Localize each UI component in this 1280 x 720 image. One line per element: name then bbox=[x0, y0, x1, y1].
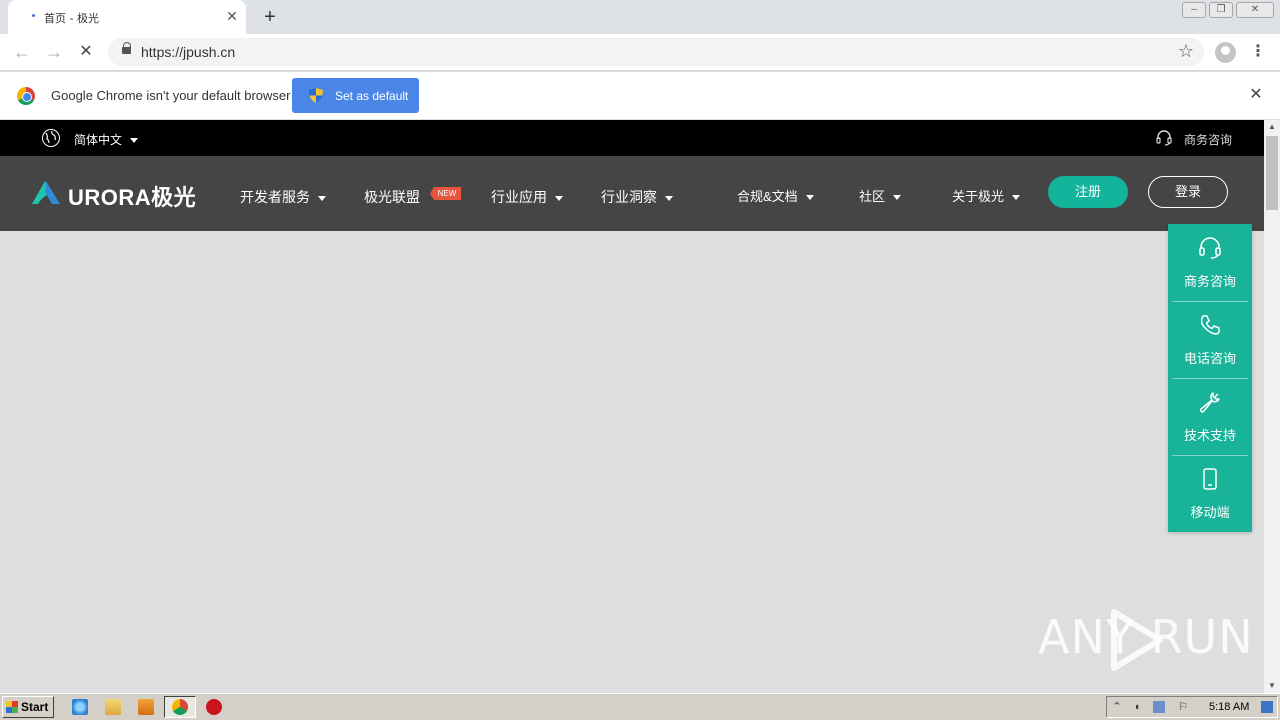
back-button[interactable]: ← bbox=[10, 41, 34, 65]
site-topbar: 简体中文 商务咨询 bbox=[0, 120, 1264, 156]
nav-label: 极光联盟 bbox=[364, 189, 420, 205]
opera-icon[interactable] bbox=[206, 699, 222, 715]
start-label: Start bbox=[21, 700, 49, 714]
side-label: 技术支持 bbox=[1183, 428, 1236, 443]
minimize-button[interactable]: – bbox=[1182, 2, 1206, 18]
uac-shield-icon bbox=[309, 88, 323, 103]
language-selector[interactable]: 简体中文 bbox=[74, 131, 139, 148]
folder-icon[interactable] bbox=[105, 699, 121, 715]
caret-down-icon bbox=[805, 195, 814, 201]
set-as-default-label: Set as default bbox=[335, 89, 409, 103]
mobile-icon bbox=[1203, 468, 1217, 490]
side-label: 电话咨询 bbox=[1183, 351, 1236, 366]
address-bar[interactable]: https://jpush.cn ☆ bbox=[108, 38, 1204, 66]
set-as-default-button[interactable]: Set as default bbox=[292, 78, 419, 113]
nav-label: 开发者服务 bbox=[240, 189, 310, 205]
caret-down-icon bbox=[555, 195, 563, 201]
action-center-flag-icon[interactable]: ⚐ bbox=[1177, 701, 1189, 713]
bookmark-star-icon[interactable]: ☆ bbox=[1178, 41, 1194, 62]
chrome-menu-button[interactable]: ⋮ bbox=[1250, 42, 1266, 62]
side-tech-support[interactable]: 技术支持 bbox=[1168, 378, 1252, 455]
phone-icon bbox=[1200, 315, 1220, 335]
scroll-up-icon[interactable]: ▲ bbox=[1264, 120, 1280, 134]
side-label: 移动端 bbox=[1190, 505, 1230, 520]
site-logo[interactable]: URORA极光 bbox=[68, 180, 196, 212]
nav-developer-services[interactable]: 开发者服务 bbox=[240, 187, 326, 207]
caret-down-icon bbox=[318, 195, 326, 201]
caret-down-icon bbox=[665, 195, 673, 201]
web-page: 简体中文 商务咨询 URORA极光 开发者服务 极光联盟 NEW 行业应用 行业… bbox=[0, 120, 1264, 693]
stop-loading-button[interactable]: ✕ bbox=[74, 41, 98, 65]
show-desktop-icon[interactable] bbox=[1261, 701, 1273, 713]
lock-icon bbox=[122, 42, 131, 56]
internet-explorer-icon[interactable] bbox=[72, 699, 88, 715]
nav-compliance-docs[interactable]: 合规&文档 bbox=[737, 186, 814, 205]
nav-label: 行业应用 bbox=[491, 189, 547, 205]
screen: 首页 - 极光 ✕ + – ❐ ✕ ← → ✕ https://jpush.cn… bbox=[0, 0, 1280, 720]
nav-community[interactable]: 社区 bbox=[859, 186, 902, 205]
site-main-nav: URORA极光 开发者服务 极光联盟 NEW 行业应用 行业洞察 合规&文档 社… bbox=[0, 156, 1264, 231]
restore-button[interactable]: ❐ bbox=[1209, 2, 1233, 18]
url-text: https://jpush.cn bbox=[141, 44, 236, 60]
media-player-icon[interactable] bbox=[138, 699, 154, 715]
headset-icon bbox=[1156, 130, 1172, 146]
side-label: 商务咨询 bbox=[1183, 274, 1236, 289]
default-browser-infobar: Google Chrome isn't your default browser… bbox=[0, 72, 1280, 120]
caret-down-icon bbox=[1012, 195, 1021, 201]
start-button[interactable]: Start bbox=[2, 696, 54, 718]
business-consult-link[interactable]: 商务咨询 bbox=[1184, 131, 1232, 148]
volume-icon[interactable]: ◖ bbox=[1131, 701, 1143, 713]
nav-label: 行业洞察 bbox=[601, 189, 657, 205]
login-button[interactable]: 登录 bbox=[1148, 176, 1228, 208]
headset-icon bbox=[1199, 237, 1221, 259]
nav-label: 社区 bbox=[859, 189, 886, 204]
page-scrollbar[interactable]: ▲ ▼ bbox=[1264, 120, 1280, 693]
profile-avatar-icon[interactable] bbox=[1215, 42, 1236, 63]
taskbar-chrome-button[interactable] bbox=[164, 696, 196, 718]
tab-close-icon[interactable]: ✕ bbox=[224, 8, 240, 24]
windows-taskbar: Start ⌃ ◖ ⚐ 5:18 AM bbox=[0, 693, 1280, 720]
infobar-close-icon[interactable]: ✕ bbox=[1247, 86, 1265, 104]
nav-aurora-alliance[interactable]: 极光联盟 bbox=[364, 187, 420, 207]
nav-about[interactable]: 关于极光 bbox=[952, 186, 1021, 205]
browser-tab[interactable]: 首页 - 极光 ✕ bbox=[8, 0, 246, 34]
tab-title: 首页 - 极光 bbox=[44, 12, 99, 25]
nav-industry-insights[interactable]: 行业洞察 bbox=[601, 187, 673, 207]
close-window-button[interactable]: ✕ bbox=[1236, 2, 1274, 18]
tab-strip: 首页 - 极光 ✕ + – ❐ ✕ bbox=[0, 0, 1280, 34]
caret-down-icon bbox=[893, 195, 902, 201]
chrome-logo-icon bbox=[17, 87, 35, 105]
aurora-logo-icon bbox=[32, 181, 60, 204]
clock[interactable]: 5:18 AM bbox=[1209, 701, 1249, 713]
tray-expand-icon[interactable]: ⌃ bbox=[1111, 701, 1123, 713]
register-button[interactable]: 注册 bbox=[1048, 176, 1128, 208]
wrench-icon bbox=[1199, 392, 1220, 413]
side-mobile[interactable]: 移动端 bbox=[1168, 455, 1252, 532]
nav-label: 合规&文档 bbox=[737, 189, 798, 204]
forward-button[interactable]: → bbox=[42, 41, 66, 65]
browser-toolbar: ← → ✕ https://jpush.cn ☆ ⋮ bbox=[0, 34, 1280, 71]
nav-label: 关于极光 bbox=[952, 189, 1005, 204]
globe-icon bbox=[42, 129, 60, 147]
new-tab-button[interactable]: + bbox=[258, 5, 282, 29]
loading-dot-icon bbox=[32, 14, 35, 17]
play-logo-icon bbox=[1111, 609, 1163, 671]
side-phone-consult[interactable]: 电话咨询 bbox=[1168, 301, 1252, 378]
infobar-message: Google Chrome isn't your default browser bbox=[51, 88, 291, 103]
system-tray: ⌃ ◖ ⚐ 5:18 AM bbox=[1106, 696, 1278, 718]
scroll-thumb[interactable] bbox=[1266, 136, 1278, 210]
new-badge: NEW bbox=[430, 187, 461, 200]
network-icon[interactable] bbox=[1153, 701, 1165, 713]
windows-flag-icon bbox=[6, 701, 18, 713]
floating-contact-panel: 商务咨询 电话咨询 技术支持 移动端 bbox=[1168, 224, 1252, 532]
caret-down-icon bbox=[130, 138, 139, 144]
side-business-consult[interactable]: 商务咨询 bbox=[1168, 224, 1252, 301]
chrome-icon bbox=[172, 699, 188, 715]
nav-industry-apps[interactable]: 行业应用 bbox=[491, 187, 563, 207]
language-label: 简体中文 bbox=[74, 133, 123, 147]
scroll-down-icon[interactable]: ▼ bbox=[1264, 679, 1280, 693]
